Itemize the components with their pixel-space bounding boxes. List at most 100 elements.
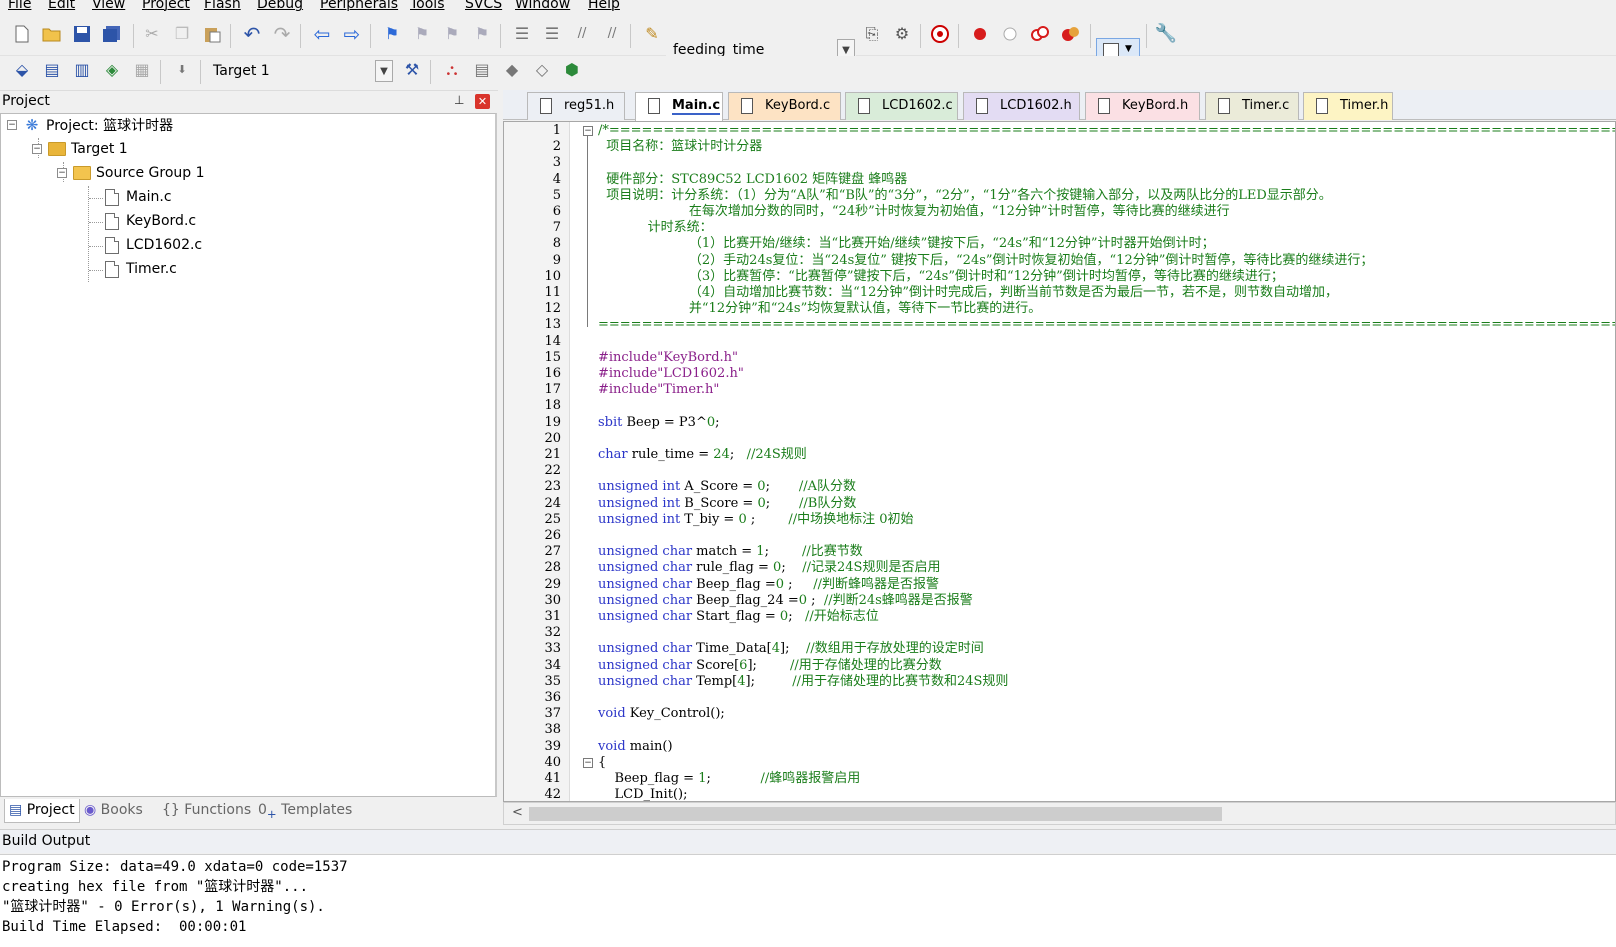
code-line[interactable]: unsigned char rule_flag = 0; //记录24S规则是否… bbox=[598, 560, 940, 576]
file-tab[interactable]: LCD1602.h bbox=[963, 92, 1080, 120]
manage-packs-icon[interactable]: ▤ bbox=[470, 58, 494, 82]
tree-target[interactable]: − Target 1 bbox=[32, 138, 128, 160]
save-all-icon[interactable] bbox=[100, 22, 124, 46]
menu-help[interactable]: Help bbox=[588, 0, 620, 13]
file-tab[interactable]: LCD1602.c bbox=[845, 92, 958, 120]
code-line[interactable]: #include"Timer.h" bbox=[598, 382, 719, 398]
indent-icon[interactable]: ☰ bbox=[510, 22, 534, 46]
unindent-icon[interactable]: ☰ bbox=[540, 22, 564, 46]
collapse-toggle[interactable]: − bbox=[57, 168, 67, 178]
code-line[interactable]: （2）手动24s复位：当“24s复位” 键按下后，“24s”倒计时恢复初始值，“… bbox=[598, 253, 1373, 269]
code-line[interactable]: 项目名称：篮球计时计分器 bbox=[598, 139, 762, 155]
code-line[interactable]: unsigned int B_Score = 0; //B队分数 bbox=[598, 496, 856, 512]
save-icon[interactable] bbox=[70, 22, 94, 46]
fold-toggle[interactable]: − bbox=[583, 757, 593, 768]
manage-project-icon[interactable]: ⛬ bbox=[440, 58, 464, 82]
rebuild-icon[interactable]: ▥ bbox=[70, 58, 94, 82]
build-icon[interactable]: ▤ bbox=[40, 58, 64, 82]
tree-file-main-c[interactable]: Main.c bbox=[103, 186, 172, 208]
collapse-toggle[interactable]: − bbox=[32, 144, 42, 154]
code-line[interactable]: /*======================================… bbox=[598, 123, 1615, 139]
tree-file-lcd1602-c[interactable]: LCD1602.c bbox=[103, 234, 202, 256]
file-tab[interactable]: Main.c bbox=[635, 92, 723, 121]
code-line[interactable]: { bbox=[598, 755, 606, 771]
code-line[interactable]: #include"KeyBord.h" bbox=[598, 350, 738, 366]
menu-debug[interactable]: Debug bbox=[257, 0, 303, 13]
code-line[interactable]: unsigned int A_Score = 0; //A队分数 bbox=[598, 479, 856, 495]
menu-edit[interactable]: Edit bbox=[48, 0, 75, 13]
code-line[interactable]: （4）自动增加比赛节数：当“12分钟”倒计时完成后，判断当前节数是否为最后一节，… bbox=[598, 285, 1338, 301]
find-icon[interactable]: ⎘ bbox=[860, 22, 884, 46]
file-tab[interactable]: KeyBord.h bbox=[1085, 92, 1200, 120]
menu-peripherals[interactable]: Peripherals bbox=[320, 0, 398, 13]
collapse-toggle[interactable]: − bbox=[7, 120, 17, 130]
tree-file-timer-c[interactable]: Timer.c bbox=[103, 258, 177, 280]
navigate-back-icon[interactable]: ⇦ bbox=[310, 22, 334, 46]
new-file-icon[interactable] bbox=[10, 22, 34, 46]
scrollbar-thumb[interactable] bbox=[529, 807, 1222, 821]
code-line[interactable]: #include"LCD1602.h" bbox=[598, 366, 744, 382]
manage-runtime-icon[interactable]: ◇ bbox=[530, 58, 554, 82]
code-line[interactable]: unsigned char Beep_flag_24 =0 ; //判断24s蜂… bbox=[598, 593, 973, 609]
code-line[interactable]: unsigned char match = 1; //比赛节数 bbox=[598, 544, 863, 560]
horizontal-scrollbar[interactable]: < bbox=[503, 802, 1616, 825]
menu-flash[interactable]: Flash bbox=[204, 0, 241, 13]
bookmark-icon[interactable]: ⚑ bbox=[380, 22, 404, 46]
code-line[interactable]: unsigned char Start_flag = 0; //开始标志位 bbox=[598, 609, 879, 625]
navigate-forward-icon[interactable]: ⇨ bbox=[340, 22, 364, 46]
prev-bookmark-icon[interactable]: ⚑ bbox=[410, 22, 434, 46]
code-line[interactable]: 并“12分钟”和“24s”均恢复默认值，等待下一节比赛的进行。 bbox=[598, 301, 1041, 317]
code-line[interactable]: LCD_Init(); bbox=[598, 787, 688, 801]
code-line[interactable]: 计时系统： bbox=[598, 220, 713, 236]
code-line[interactable]: unsigned char Temp[4]; //用于存储处理的比赛节数和24S… bbox=[598, 674, 1008, 690]
code-line[interactable]: void Key_Control(); bbox=[598, 706, 725, 722]
code-line[interactable]: Beep_flag = 1; //蜂鸣器报警启用 bbox=[598, 771, 861, 787]
code-line[interactable]: void main() bbox=[598, 739, 673, 755]
menu-tools[interactable]: Tools bbox=[410, 0, 445, 13]
open-folder-icon[interactable] bbox=[40, 22, 64, 46]
code-editor[interactable]: 1 2 3 4 5 6 7 8 9 10 11 12 13 14 15 16 17 18 19 20 21 22 23 24 2… bbox=[503, 121, 1616, 802]
code-line[interactable]: unsigned char Score[6]; //用于存储处理的比赛分数 bbox=[598, 658, 942, 674]
tab-project[interactable]: ▤ Project bbox=[4, 799, 80, 823]
enable-breakpoint-icon[interactable] bbox=[998, 22, 1022, 46]
next-bookmark-icon[interactable]: ⚑ bbox=[440, 22, 464, 46]
code-line[interactable]: 项目说明：计分系统：（1）分为“A队”和“B队”的“3分”，“2分”，“1分”各… bbox=[598, 188, 1332, 204]
target-select[interactable]: Target 1 ▼ bbox=[206, 59, 394, 83]
cut-icon[interactable]: ✂ bbox=[140, 22, 164, 46]
disable-breakpoints-icon[interactable] bbox=[1028, 22, 1052, 46]
paste-icon[interactable] bbox=[200, 22, 224, 46]
uncomment-icon[interactable]: // bbox=[600, 22, 624, 46]
stop-build-icon[interactable]: ▦ bbox=[130, 58, 154, 82]
target-options-icon[interactable]: ⚒ bbox=[400, 58, 424, 82]
tree-source-group[interactable]: − Source Group 1 bbox=[57, 162, 205, 184]
code-line[interactable]: 硬件部分：STC89C52 LCD1602 矩阵键盘 蜂鸣器 bbox=[598, 172, 907, 188]
download-icon[interactable]: ⬇ bbox=[170, 58, 194, 82]
file-tab[interactable]: KeyBord.c bbox=[728, 92, 841, 120]
fold-toggle[interactable]: − bbox=[583, 126, 593, 136]
code-line[interactable]: （3）比赛暂停：“比赛暂停”键按下后，“24s”倒计时和“12分钟”倒计时均暂停… bbox=[598, 269, 1284, 285]
redo-icon[interactable]: ↷ bbox=[270, 22, 294, 46]
scroll-left-icon[interactable]: < bbox=[512, 805, 523, 820]
code-line[interactable]: sbit Beep = P3^0; bbox=[598, 415, 720, 431]
file-tab[interactable]: reg51.h bbox=[527, 92, 625, 120]
copy-icon[interactable]: ❐ bbox=[170, 22, 194, 46]
code-line[interactable]: 在每次增加分数的同时，“24秒”计时恢复为初始值，“12分钟”计时暂停，等待比赛… bbox=[598, 204, 1230, 220]
code-line[interactable]: char rule_time = 24; //24S规则 bbox=[598, 447, 807, 463]
file-tab[interactable]: Timer.h bbox=[1303, 92, 1393, 120]
close-icon[interactable]: ✕ bbox=[475, 94, 490, 109]
debug-session-icon[interactable] bbox=[928, 22, 952, 46]
menu-file[interactable]: File bbox=[8, 0, 31, 13]
pin-icon[interactable]: ⊥ bbox=[454, 93, 464, 107]
tab-functions[interactable]: {} Functions bbox=[158, 799, 255, 823]
file-tab[interactable]: Timer.c bbox=[1205, 92, 1299, 120]
tab-templates[interactable]: 0+ Templates bbox=[254, 799, 356, 823]
tree-project-root[interactable]: − ❋ Project: 篮球计时器 bbox=[7, 114, 173, 136]
undo-icon[interactable]: ↶ bbox=[240, 22, 264, 46]
code-line[interactable]: unsigned char Beep_flag =0 ; //判断蜂鸣器是否报警 bbox=[598, 577, 939, 593]
chevron-down-icon[interactable]: ▼ bbox=[375, 60, 393, 82]
incremental-find-icon[interactable]: ⚙ bbox=[890, 22, 914, 46]
pack-installer-icon[interactable]: ⬢ bbox=[560, 58, 584, 82]
menu-window[interactable]: Window bbox=[515, 0, 570, 13]
select-software-packs-icon[interactable]: ◆ bbox=[500, 58, 524, 82]
translate-icon[interactable]: ⬙ bbox=[10, 58, 34, 82]
